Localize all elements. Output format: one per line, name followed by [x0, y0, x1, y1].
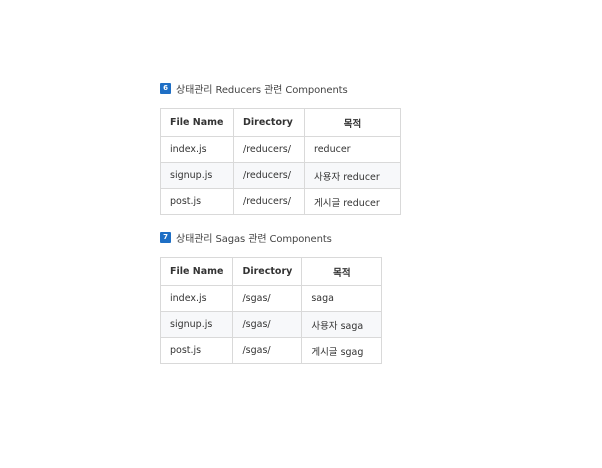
cell-purpose: 게시글 reducer — [304, 188, 401, 215]
cell-file-name: signup.js — [160, 162, 234, 189]
sagas-table: File Name Directory 목적 index.js /sgas/ s… — [159, 257, 383, 364]
cell-purpose: 사용자 saga — [301, 311, 383, 338]
section-number-badge: 6 — [160, 82, 171, 94]
cell-file-name: post.js — [159, 337, 234, 364]
cell-directory: /reducers/ — [233, 136, 305, 163]
column-header-directory: Directory — [233, 108, 305, 137]
cell-purpose: reducer — [304, 136, 401, 163]
section-title: 상태관리 Reducers 관련 Components — [176, 84, 348, 96]
section-title: 상태관리 Sagas 관련 Components — [176, 233, 332, 245]
cell-directory: /reducers/ — [233, 162, 305, 189]
table-row: index.js /sgas/ saga — [159, 285, 383, 312]
cell-directory: /sgas/ — [232, 311, 303, 338]
cell-file-name: signup.js — [159, 311, 234, 338]
table-row: post.js /sgas/ 게시글 sgag — [159, 337, 383, 364]
cell-file-name: index.js — [160, 136, 234, 163]
column-header-purpose: 목적 — [301, 257, 383, 286]
column-header-file-name: File Name — [160, 108, 234, 137]
cell-directory: /sgas/ — [232, 337, 303, 364]
table-row: signup.js /reducers/ 사용자 reducer — [160, 162, 401, 189]
reducers-table: File Name Directory 목적 index.js /reducer… — [160, 108, 401, 215]
cell-file-name: post.js — [160, 188, 234, 215]
cell-directory: /reducers/ — [233, 188, 305, 215]
column-header-file-name: File Name — [159, 257, 234, 286]
table-header-row: File Name Directory 목적 — [160, 108, 401, 137]
table-row: index.js /reducers/ reducer — [160, 136, 401, 163]
section-heading: 6 상태관리 Reducers 관련 Components — [160, 80, 401, 96]
column-header-directory: Directory — [232, 257, 303, 286]
table-header-row: File Name Directory 목적 — [159, 257, 383, 286]
cell-directory: /sgas/ — [232, 285, 303, 312]
section-sagas: 7 상태관리 Sagas 관련 Components File Name Dir… — [159, 229, 383, 364]
section-reducers: 6 상태관리 Reducers 관련 Components File Name … — [160, 80, 401, 215]
section-number-badge: 7 — [160, 231, 171, 243]
column-header-purpose: 목적 — [304, 108, 401, 137]
table-row: signup.js /sgas/ 사용자 saga — [159, 311, 383, 338]
section-heading: 7 상태관리 Sagas 관련 Components — [160, 229, 382, 245]
cell-file-name: index.js — [159, 285, 234, 312]
cell-purpose: 게시글 sgag — [301, 337, 383, 364]
cell-purpose: saga — [301, 285, 383, 312]
table-row: post.js /reducers/ 게시글 reducer — [160, 188, 401, 215]
cell-purpose: 사용자 reducer — [304, 162, 401, 189]
